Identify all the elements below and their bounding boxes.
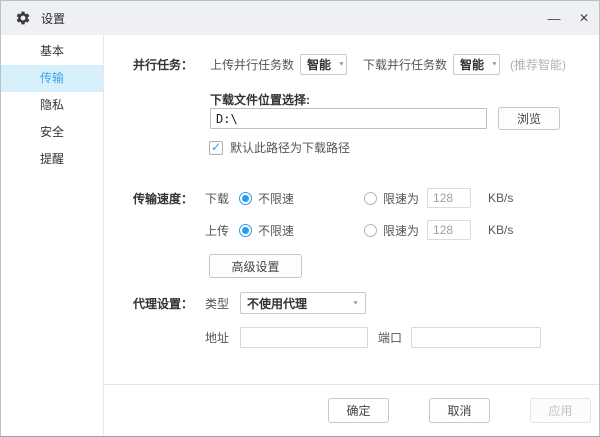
download-parallel-label: 下载并行任务数 bbox=[363, 56, 447, 73]
upload-limit-input[interactable] bbox=[427, 220, 471, 240]
upload-limit-label: 限速为 bbox=[383, 222, 419, 239]
settings-window: 设置 — ✕ 基本 传输 隐私 安全 提醒 并行任务： 上传并行任务数 bbox=[0, 0, 600, 437]
transfer-settings-panel: 并行任务： 上传并行任务数 智能 ▼ 下载并行任务数 智能 ▼ (推荐智能) 下 bbox=[104, 35, 599, 384]
download-limit-label: 限速为 bbox=[383, 190, 419, 207]
speed-upload-label: 上传 bbox=[205, 222, 229, 239]
sidebar-item-reminder[interactable]: 提醒 bbox=[1, 146, 103, 173]
parallel-tasks-section-label: 并行任务： bbox=[133, 56, 210, 73]
proxy-port-input[interactable] bbox=[411, 327, 541, 348]
minimize-button[interactable]: — bbox=[539, 1, 569, 35]
download-limit-radio[interactable] bbox=[364, 192, 377, 205]
proxy-section-label: 代理设置： bbox=[133, 295, 205, 312]
upload-unlimited-label: 不限速 bbox=[258, 222, 294, 239]
browse-button[interactable]: 浏览 bbox=[498, 107, 560, 130]
proxy-address-label: 地址 bbox=[205, 329, 229, 346]
chevron-down-icon: ▼ bbox=[338, 62, 345, 68]
proxy-type-dropdown[interactable]: 不使用代理 ▼ bbox=[240, 292, 366, 314]
speed-section-label: 传输速度： bbox=[133, 190, 205, 207]
close-button[interactable]: ✕ bbox=[569, 1, 599, 35]
download-parallel-value: 智能 bbox=[460, 56, 484, 73]
download-unlimited-label: 不限速 bbox=[258, 190, 294, 207]
chevron-down-icon: ▼ bbox=[352, 300, 359, 306]
upload-unlimited-radio[interactable] bbox=[239, 224, 252, 237]
minimize-icon: — bbox=[548, 11, 561, 26]
upload-limit-radio[interactable] bbox=[364, 224, 377, 237]
checkmark-icon: ✓ bbox=[211, 141, 221, 153]
sidebar-item-basic[interactable]: 基本 bbox=[1, 38, 103, 65]
sidebar-item-security[interactable]: 安全 bbox=[1, 119, 103, 146]
upload-parallel-value: 智能 bbox=[307, 56, 331, 73]
close-icon: ✕ bbox=[579, 11, 589, 25]
download-limit-unit: KB/s bbox=[488, 191, 513, 205]
advanced-settings-button[interactable]: 高级设置 bbox=[209, 254, 302, 278]
gear-icon bbox=[15, 10, 31, 26]
download-location-label: 下载文件位置选择: bbox=[210, 91, 310, 108]
recommend-hint: (推荐智能) bbox=[510, 56, 566, 73]
chevron-down-icon: ▼ bbox=[491, 62, 498, 68]
proxy-type-value: 不使用代理 bbox=[247, 295, 307, 312]
cancel-button[interactable]: 取消 bbox=[429, 398, 490, 423]
speed-download-label: 下载 bbox=[205, 190, 229, 207]
upload-parallel-dropdown[interactable]: 智能 ▼ bbox=[300, 54, 347, 75]
sidebar: 基本 传输 隐私 安全 提醒 bbox=[1, 35, 104, 436]
ok-button[interactable]: 确定 bbox=[328, 398, 389, 423]
sidebar-item-privacy[interactable]: 隐私 bbox=[1, 92, 103, 119]
apply-button[interactable]: 应用 bbox=[530, 398, 591, 423]
download-unlimited-radio[interactable] bbox=[239, 192, 252, 205]
download-path-input[interactable] bbox=[210, 108, 487, 129]
download-limit-input[interactable] bbox=[427, 188, 471, 208]
default-path-checkbox[interactable]: ✓ bbox=[209, 141, 223, 155]
proxy-type-label: 类型 bbox=[205, 295, 229, 312]
proxy-port-label: 端口 bbox=[378, 329, 402, 346]
titlebar: 设置 — ✕ bbox=[1, 1, 599, 35]
footer-bar: 确定 取消 应用 bbox=[104, 384, 599, 436]
proxy-address-input[interactable] bbox=[240, 327, 368, 348]
window-title: 设置 bbox=[41, 10, 65, 27]
sidebar-item-transfer[interactable]: 传输 bbox=[1, 65, 103, 92]
upload-parallel-label: 上传并行任务数 bbox=[210, 56, 294, 73]
default-path-checkbox-label: 默认此路径为下载路径 bbox=[230, 139, 350, 156]
upload-limit-unit: KB/s bbox=[488, 223, 513, 237]
download-parallel-dropdown[interactable]: 智能 ▼ bbox=[453, 54, 500, 75]
